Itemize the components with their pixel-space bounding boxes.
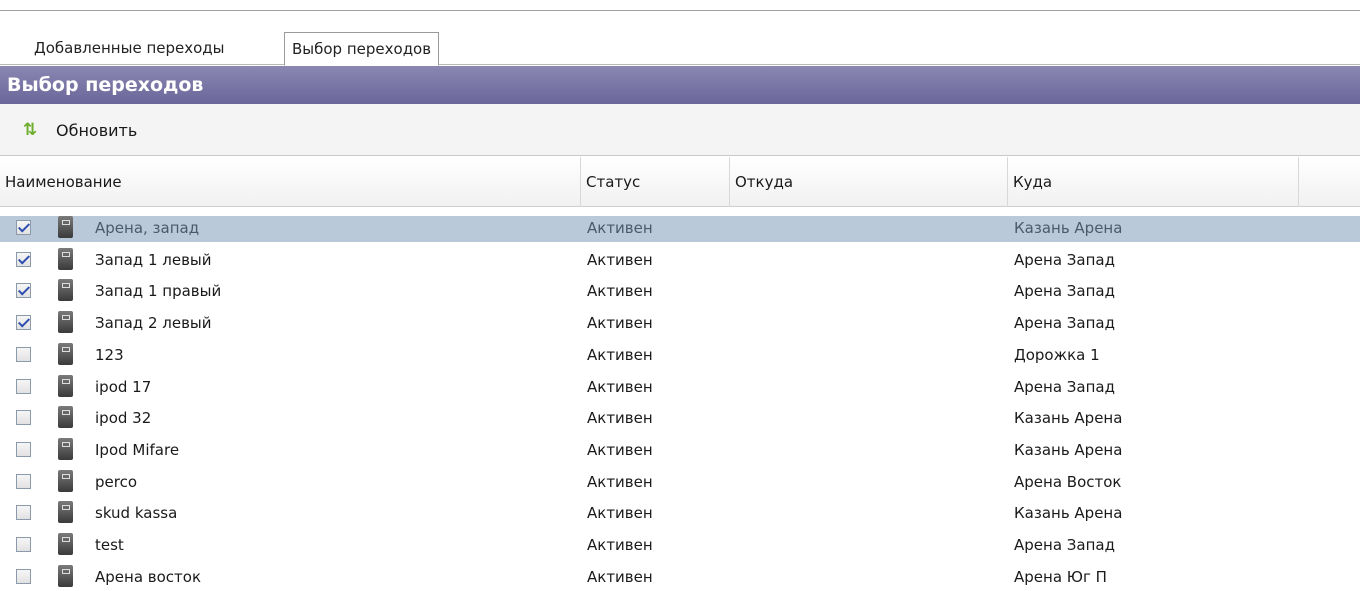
row-checkbox[interactable]	[16, 505, 31, 521]
cell-name: Запад 1 правый	[95, 282, 222, 301]
turnstile-device-icon	[58, 533, 73, 555]
cell-status: Активен	[587, 282, 653, 301]
turnstile-device-icon	[58, 279, 73, 302]
row-checkbox[interactable]	[16, 251, 31, 267]
cell-status: Активен	[587, 504, 653, 523]
cell-status: Активен	[587, 472, 653, 491]
cell-name: test	[95, 536, 124, 554]
refresh-icon: ⇅	[23, 120, 38, 140]
column-header-extra[interactable]	[1299, 157, 1360, 207]
cell-to: Дорожка 1	[1014, 345, 1100, 364]
cell-status: Активен	[587, 314, 653, 333]
cell-to: Арена Запад	[1014, 377, 1115, 396]
refresh-button[interactable]: ⇅ Обновить	[23, 118, 137, 142]
row-checkbox[interactable]	[16, 537, 31, 552]
turnstile-device-icon	[58, 216, 73, 238]
cell-status: Активен	[587, 536, 653, 554]
cell-to: Арена Запад	[1014, 536, 1115, 554]
cell-to: Казань Арена	[1014, 409, 1123, 428]
tab-select-transitions[interactable]: Выбор переходов	[284, 32, 440, 66]
column-header-status[interactable]: Статус	[581, 157, 730, 207]
table-row[interactable]: ipod 17 Активен Арена Запад	[0, 374, 1360, 401]
cell-name: ipod 32	[95, 409, 152, 428]
table-row[interactable]: ipod 32 Активен Казань Арена	[0, 406, 1360, 432]
cell-name: 123	[95, 345, 124, 364]
tab-bar: Добавленные переходы Выбор переходов	[0, 12, 1360, 66]
column-header-to[interactable]: Куда	[1008, 157, 1299, 207]
row-checkbox[interactable]	[16, 378, 31, 394]
turnstile-device-icon	[58, 374, 73, 397]
table-row[interactable]: perco Активен Арена Восток	[0, 469, 1360, 496]
row-checkbox[interactable]	[16, 315, 31, 331]
turnstile-device-icon	[58, 406, 73, 429]
grid-header: Наименование Статус Откуда Куда	[0, 157, 1360, 207]
turnstile-device-icon	[58, 501, 73, 524]
cell-name: Арена восток	[95, 567, 202, 586]
cell-to: Арена Запад	[1014, 282, 1115, 301]
column-header-from[interactable]: Откуда	[730, 157, 1008, 207]
table-row[interactable]: Запад 1 левый Активен Арена Запад	[0, 247, 1360, 274]
cell-status: Активен	[587, 567, 653, 586]
cell-status: Активен	[587, 409, 653, 428]
table-row[interactable]: Ipod Mifare Активен Казань Арена	[0, 437, 1360, 464]
cell-name: Запад 1 левый	[95, 250, 212, 269]
cell-status: Активен	[587, 219, 653, 237]
row-checkbox[interactable]	[16, 473, 31, 489]
cell-to: Казань Арена	[1014, 219, 1123, 237]
cell-to: Арена Юг П	[1014, 567, 1107, 586]
turnstile-device-icon	[58, 247, 73, 270]
table-row[interactable]: 123 Активен Дорожка 1	[0, 342, 1360, 369]
turnstile-device-icon	[58, 437, 73, 460]
turnstile-device-icon	[58, 311, 73, 334]
cell-to: Казань Арена	[1014, 440, 1123, 459]
turnstile-device-icon	[58, 564, 73, 587]
cell-to: Арена Запад	[1014, 250, 1115, 269]
cell-status: Активен	[587, 440, 653, 459]
table-row[interactable]: test Активен Арена Запад	[0, 533, 1360, 559]
toolbar: ⇅ Обновить	[0, 104, 1360, 156]
row-checkbox[interactable]	[16, 220, 31, 235]
row-checkbox[interactable]	[16, 410, 31, 426]
row-checkbox[interactable]	[16, 346, 31, 362]
row-checkbox[interactable]	[16, 283, 31, 299]
cell-name: Запад 2 левый	[95, 314, 212, 333]
turnstile-device-icon	[58, 469, 73, 492]
table-row[interactable]: Арена, запад Активен Казань Арена	[0, 216, 1360, 242]
top-divider	[0, 10, 1360, 11]
table-row[interactable]: skud kassa Активен Казань Арена	[0, 501, 1360, 527]
tab-added-transitions[interactable]: Добавленные переходы	[27, 32, 232, 65]
cell-name: ipod 17	[95, 377, 152, 396]
panel-title: Выбор переходов	[0, 66, 1360, 104]
column-header-name[interactable]: Наименование	[0, 157, 581, 207]
cell-name: skud kassa	[95, 504, 178, 523]
refresh-label: Обновить	[56, 120, 138, 140]
row-checkbox[interactable]	[16, 568, 31, 584]
row-checkbox[interactable]	[16, 441, 31, 457]
top-cut-strip	[0, 0, 1360, 12]
table-row[interactable]: Запад 1 правый Активен Арена Запад	[0, 279, 1360, 305]
cell-to: Казань Арена	[1014, 504, 1123, 523]
cell-status: Активен	[587, 250, 653, 269]
cell-name: perco	[95, 472, 138, 491]
cell-name: Ipod Mifare	[95, 440, 180, 459]
cell-status: Активен	[587, 345, 653, 364]
cell-name: Арена, запад	[95, 219, 200, 237]
cell-to: Арена Запад	[1014, 314, 1115, 333]
table-row[interactable]: Запад 2 левый Активен Арена Запад	[0, 311, 1360, 337]
cell-status: Активен	[587, 377, 653, 396]
turnstile-device-icon	[58, 342, 73, 365]
table-row[interactable]: Арена восток Активен Арена Юг П	[0, 564, 1360, 591]
cell-to: Арена Восток	[1014, 472, 1122, 491]
